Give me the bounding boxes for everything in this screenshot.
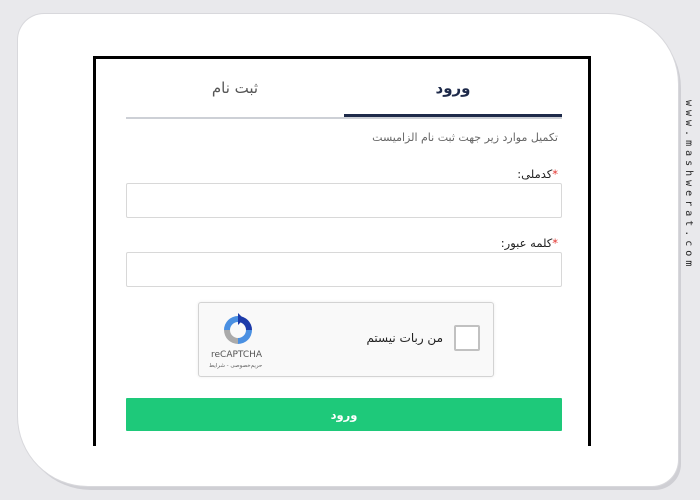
auth-tabs: ثبت نام ورود	[126, 59, 562, 119]
password-label: *کلمه عبور:	[501, 236, 558, 250]
required-mark: *	[552, 236, 558, 250]
password-input[interactable]	[126, 252, 562, 287]
tab-register[interactable]: ثبت نام	[126, 77, 344, 117]
recaptcha-prompt: من ربات نیستم	[366, 331, 443, 345]
recaptcha-brand: reCAPTCHA	[211, 350, 263, 360]
recaptcha-widget: من ربات نیستم reCAPTCHA حریم‌خصوصی - شرا…	[198, 302, 494, 377]
recaptcha-checkbox[interactable]	[454, 325, 480, 351]
national-code-input[interactable]	[126, 183, 562, 218]
site-watermark: www.mashwerat.com	[683, 100, 694, 271]
form-instruction: تکمیل موارد زیر جهت ثبت نام الزامیست	[372, 131, 558, 144]
password-label-text: کلمه عبور:	[500, 236, 553, 250]
login-submit-button[interactable]: ورود	[126, 398, 562, 431]
national-code-label: *کدملی:	[517, 167, 558, 181]
login-form-panel: ثبت نام ورود تکمیل موارد زیر جهت ثبت نام…	[93, 56, 591, 446]
recaptcha-logo-icon	[224, 313, 252, 344]
recaptcha-terms-link[interactable]: حریم‌خصوصی - شرایط	[209, 363, 262, 369]
tab-login[interactable]: ورود	[344, 77, 562, 117]
required-mark: *	[552, 167, 558, 181]
national-code-label-text: کدملی:	[517, 167, 553, 181]
